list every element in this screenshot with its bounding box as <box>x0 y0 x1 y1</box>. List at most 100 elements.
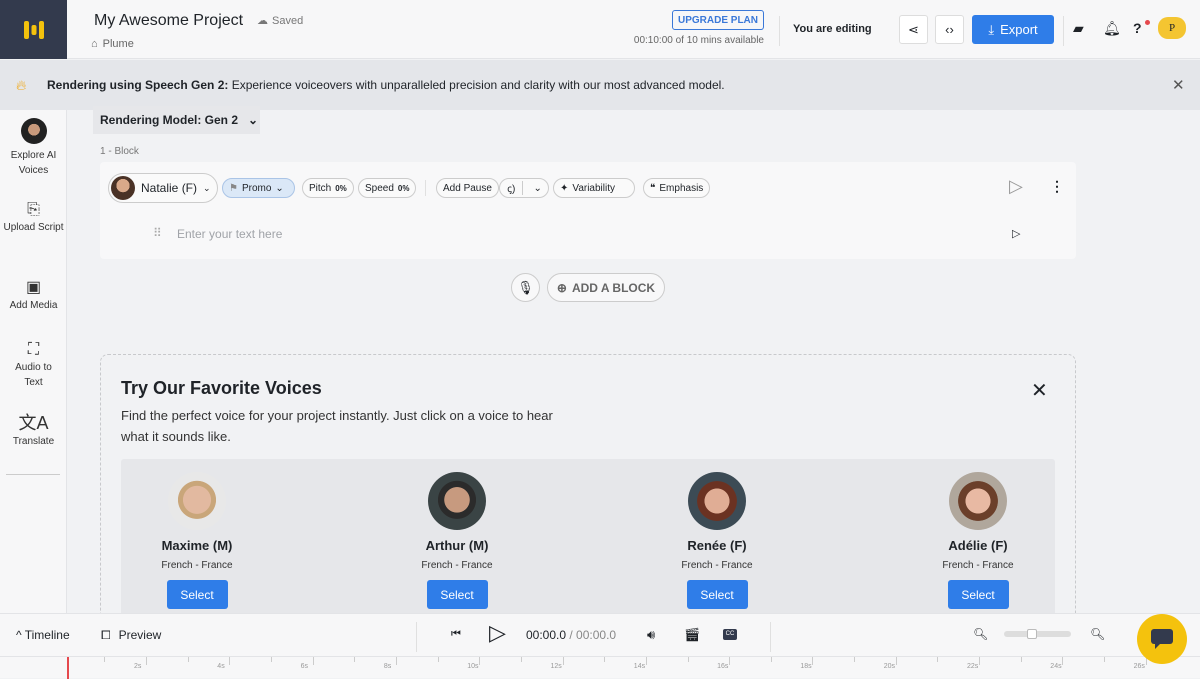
timeline-tick <box>729 657 731 665</box>
voice-card[interactable]: Adélie (F) French - France Select <box>908 472 1048 609</box>
select-button[interactable]: Select <box>686 580 748 609</box>
project-title[interactable]: My Awesome Project <box>94 12 243 30</box>
quote-icon: ❝ <box>650 182 656 194</box>
zoom-out-icon[interactable]: 🔍︎ <box>973 627 988 641</box>
sidebar-item-label: Audio to Text <box>15 362 52 388</box>
timeline-tick-label: 12s <box>550 663 562 670</box>
timeline-tick-label: 24s <box>1050 663 1062 670</box>
bell-icon[interactable]: 🔔︎ <box>1103 20 1121 37</box>
timeline-tick-label: 8s <box>383 663 392 670</box>
timeline-tick-label: 2s <box>134 663 142 670</box>
chat-support-button[interactable] <box>1137 614 1187 664</box>
voice-language: French - France <box>161 560 233 571</box>
timeline-minor-tick <box>937 657 939 662</box>
voice-card[interactable]: Renée (F) French - France Select <box>647 472 787 609</box>
sidebar-item-add-media[interactable]: ▣ Add Media <box>0 280 67 313</box>
voice-selector[interactable]: Natalie (F) ⌄ <box>108 173 218 203</box>
play-icon[interactable]: ▷ <box>489 620 506 646</box>
voice-language: French - France <box>421 560 493 571</box>
drag-handle-icon[interactable]: ⠿ <box>153 226 162 240</box>
sidebar-item-translate[interactable]: 文A Translate <box>0 414 67 449</box>
volume-icon[interactable]: 🔊︎ <box>647 627 655 643</box>
more-options-icon[interactable]: ⋮ <box>1050 178 1064 195</box>
zoom-in-icon[interactable]: 🔍︎ <box>1090 627 1105 641</box>
record-voice-button[interactable]: 🎙︎ <box>511 273 540 302</box>
sidebar-item-upload-script[interactable]: ⎘ Upload Script <box>0 202 67 235</box>
text-input[interactable]: Enter your text here <box>177 227 282 241</box>
clapperboard-icon[interactable]: 🎬︎ <box>684 627 701 643</box>
timeline-toggle[interactable]: ^ Timeline <box>16 628 70 642</box>
style-label: Promo <box>241 182 272 194</box>
select-button[interactable]: Select <box>166 580 228 609</box>
speed-button[interactable]: Speed 0% <box>358 178 417 198</box>
play-block-icon[interactable]: ▷ <box>1009 176 1023 197</box>
divider <box>425 180 426 196</box>
timeline-tick-label: 22s <box>967 663 979 670</box>
user-avatar[interactable]: P <box>1158 17 1186 39</box>
breadcrumb-label: Plume <box>102 38 134 50</box>
zoom-slider[interactable] <box>1004 629 1071 639</box>
banner-message: Experience voiceovers with unparalleled … <box>228 78 725 92</box>
script-block <box>100 162 1076 259</box>
avatar <box>20 118 47 144</box>
timeline-tick <box>229 657 231 665</box>
emphasis-button[interactable]: ❝ Emphasis <box>643 178 711 198</box>
comments-icon[interactable]: ▰ <box>1073 20 1084 37</box>
timeline-tick-label: 4s <box>217 663 225 670</box>
close-favorites-icon[interactable]: ✕ <box>1031 378 1048 403</box>
sidebar-item-explore-voices[interactable]: Explore AI Voices <box>0 118 67 178</box>
voice-card[interactable]: Maxime (M) French - France Select <box>127 472 267 609</box>
time-display: 00:00.0 / 00:00.0 <box>526 628 616 642</box>
timeline-minor-tick <box>1104 657 1105 662</box>
app-logo[interactable] <box>0 0 67 59</box>
variability-label: Variability <box>572 182 615 194</box>
timeline-tick <box>562 657 564 665</box>
timeline-tick <box>312 657 314 665</box>
zoom-slider-handle[interactable] <box>1026 629 1037 639</box>
voice-card[interactable]: Arthur (M) French - France Select <box>387 472 527 609</box>
upgrade-plan-button[interactable]: UPGRADE PLAN <box>672 10 764 30</box>
sidebar-item-audio-to-text[interactable]: ⛶ Audio to Text <box>0 342 67 390</box>
pronunciation-button[interactable]: ꞔ) ⌄ <box>499 178 549 198</box>
chat-icon <box>1151 629 1173 649</box>
add-block-button[interactable]: ⊕ ADD A BLOCK <box>547 273 665 302</box>
chevron-down-icon: ⌄ <box>248 113 259 127</box>
timeline-minor-tick <box>187 657 189 662</box>
skip-back-icon[interactable]: ⏮︎ <box>451 628 461 641</box>
share-icon: ⋖ <box>908 21 919 37</box>
timeline-tick <box>1062 657 1064 665</box>
rendering-model-dropdown[interactable]: Rendering Model: Gen 2 ⌄ <box>93 106 260 134</box>
speed-label: Speed <box>365 182 394 194</box>
sparkle-icon: ✦ <box>560 182 569 194</box>
select-button[interactable]: Select <box>947 580 1009 609</box>
flame-icon: 🔥︎ <box>16 76 27 93</box>
voice-name: Renée (F) <box>687 538 747 553</box>
breadcrumb[interactable]: ⌂ Plume <box>91 38 134 50</box>
help-icon[interactable]: ? <box>1133 20 1142 36</box>
pitch-button[interactable]: Pitch 0% <box>302 178 354 198</box>
share-button[interactable]: ⋖ <box>899 15 928 44</box>
divider <box>1063 16 1064 46</box>
current-time: 00:00.0 <box>526 628 567 642</box>
variability-button[interactable]: ✦ Variability <box>553 178 635 198</box>
playhead[interactable] <box>67 657 69 679</box>
timeline-ruler[interactable]: 2s 4s 6s 8s 10s 12s 14s 16s 18s 20s 22s 24s 26s <box>0 656 1200 679</box>
timeline-minor-tick <box>604 657 606 662</box>
close-banner-icon[interactable]: ✕ <box>1172 76 1185 94</box>
sidebar-item-label: Add Media <box>9 300 58 311</box>
preview-button[interactable]: ⧠ Preview <box>101 628 161 643</box>
sidebar-item-label: Explore AI Voices <box>10 150 57 176</box>
pronunciation-icon: ꞔ) <box>500 181 524 195</box>
banner-text: Rendering using Speech Gen 2: Experience… <box>47 78 725 92</box>
voice-name: Adélie (F) <box>948 538 1008 553</box>
play-line-icon[interactable]: ▷ <box>1012 227 1020 240</box>
embed-code-button[interactable]: ‹› <box>935 15 964 44</box>
add-pause-button[interactable]: Add Pause <box>436 178 499 198</box>
select-button[interactable]: Select <box>426 580 488 609</box>
captions-icon[interactable]: CC <box>723 629 737 640</box>
export-button[interactable]: ⤓ Export <box>972 15 1054 44</box>
voice-language: French - France <box>942 560 1014 571</box>
voice-avatar <box>428 472 486 530</box>
style-dropdown[interactable]: ⚑ Promo ⌄ <box>222 178 295 198</box>
microphone-icon: 🎙︎ <box>517 279 534 295</box>
